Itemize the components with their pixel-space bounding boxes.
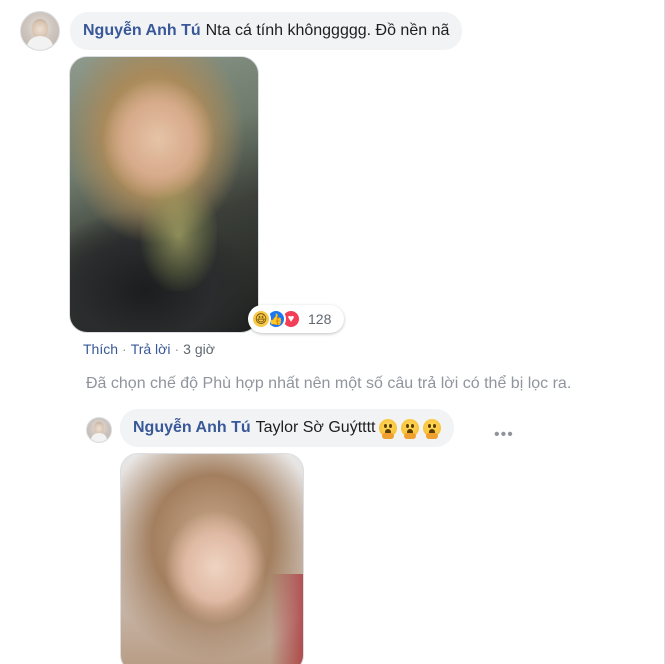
- reply-avatar[interactable]: [86, 417, 112, 443]
- avatar-face: [31, 18, 49, 38]
- separator-dot: ·: [122, 341, 127, 357]
- comment-text: Nta cá tính khônggggg. Đồ nền nã: [205, 22, 450, 39]
- more-options-icon[interactable]: •••: [494, 426, 514, 444]
- face-with-open-mouth-hand-icon: [401, 419, 420, 439]
- commenter-avatar[interactable]: [20, 11, 60, 51]
- reaction-count: 128: [308, 311, 332, 327]
- comment-actions: Thích · Trả lời · 3 giờ: [83, 341, 215, 357]
- face-with-open-mouth-hand-icon: [423, 419, 442, 439]
- haha-icon: 😆: [251, 309, 271, 329]
- photo-red-accent: [270, 573, 303, 664]
- reaction-summary[interactable]: 😆 👍 ♥ 128: [248, 305, 344, 333]
- like-link[interactable]: Thích: [83, 341, 118, 357]
- photo-light-flare: [141, 180, 217, 291]
- filter-notice: Đã chọn chế độ Phù hợp nhất nên một số c…: [86, 375, 572, 392]
- reply-author-name[interactable]: Nguyễn Anh Tú: [133, 419, 251, 437]
- avatar-body: [26, 35, 54, 50]
- reply-photo[interactable]: [120, 453, 304, 664]
- comment-author-name[interactable]: Nguyễn Anh Tú: [83, 22, 201, 40]
- avatar-body: [90, 432, 108, 442]
- reply-bubble: Nguyễn Anh Tú Taylor Sờ Guýtttt: [120, 409, 455, 447]
- comment-bubble: Nguyễn Anh Tú Nta cá tính khônggggg. Đồ …: [70, 12, 463, 50]
- face-with-open-mouth-hand-icon: [379, 419, 398, 439]
- reply-link[interactable]: Trả lời: [131, 341, 171, 357]
- reply-text: Taylor Sờ Guýtttt: [255, 419, 376, 436]
- comment-timestamp[interactable]: 3 giờ: [183, 341, 215, 357]
- separator-dot: ·: [174, 341, 180, 357]
- comment-photo[interactable]: [69, 56, 259, 333]
